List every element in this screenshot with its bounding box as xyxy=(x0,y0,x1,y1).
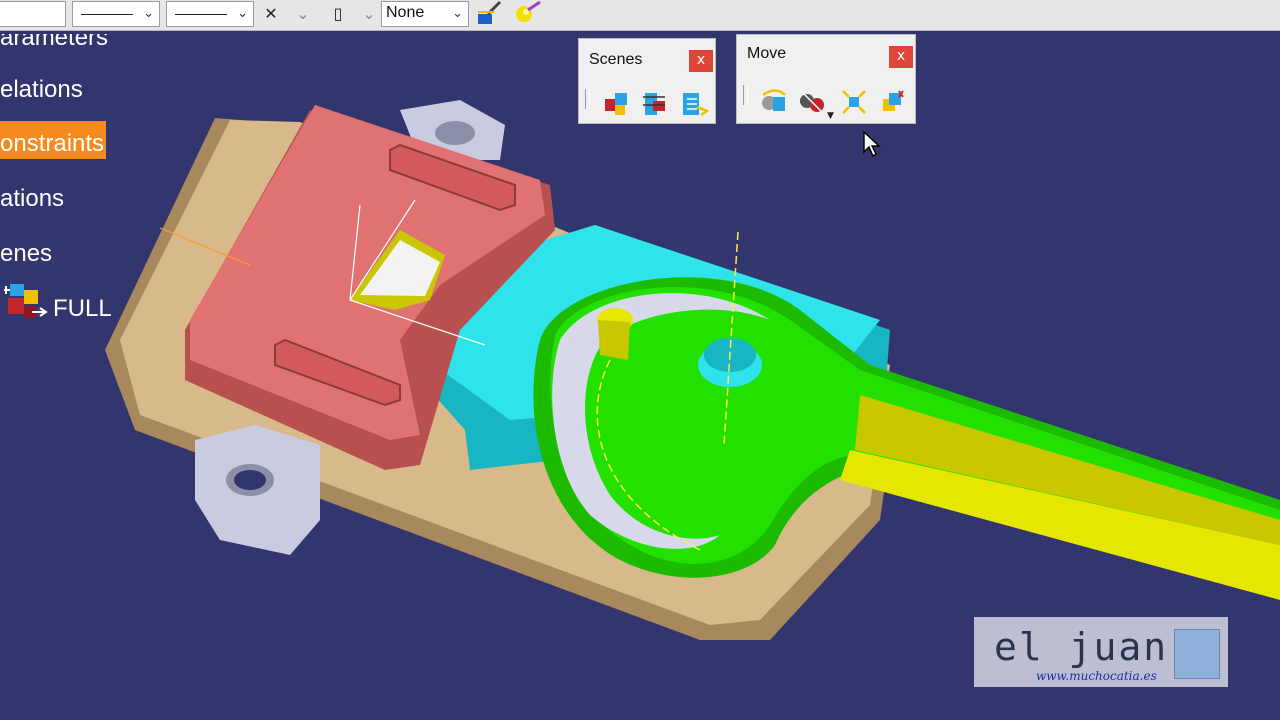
tree-item-full-scene[interactable]: FULL xyxy=(53,295,112,323)
tree-item-relations[interactable]: elations xyxy=(0,76,83,104)
scenes-toolbar-title: Scenes xyxy=(589,51,643,68)
chevron-down-icon[interactable]: ⌄ xyxy=(356,2,382,26)
toolbar-grip[interactable] xyxy=(585,89,590,109)
create-scene-icon[interactable] xyxy=(601,89,631,119)
line-thickness-sample xyxy=(175,14,227,15)
apply-scene-icon[interactable] xyxy=(679,89,709,119)
toolbar-grip[interactable] xyxy=(743,85,748,105)
tree-item-applications[interactable]: ations xyxy=(0,185,64,213)
close-icon[interactable]: x xyxy=(689,50,713,72)
watermark-logo: el juanri www.muchocatia.es xyxy=(974,617,1228,687)
mounting-lug-left xyxy=(195,425,320,555)
tree-item-constraints[interactable]: onstraints xyxy=(0,121,107,159)
top-toolbar: ⌄ ⌄ ✕ ⌄ ▯ ⌄ None ⌄ xyxy=(0,0,1280,31)
watermark-url: www.muchocatia.es xyxy=(1036,669,1157,683)
line-type-sample xyxy=(81,14,133,15)
format-painter-icon[interactable] xyxy=(474,0,506,28)
watermark-picture xyxy=(1174,629,1220,679)
cam-arm[interactable] xyxy=(533,231,1280,600)
chevron-down-icon[interactable]: ⌄ xyxy=(290,2,316,26)
point-type-x-icon[interactable]: ✕ xyxy=(258,2,284,26)
scene-icon xyxy=(4,284,48,318)
snap-icon[interactable] xyxy=(797,87,827,117)
layer-value: None xyxy=(386,4,425,21)
layer-icon[interactable]: ▯ xyxy=(325,2,351,26)
explode-icon[interactable] xyxy=(839,87,869,117)
chevron-down-icon: ⌄ xyxy=(143,6,154,21)
graphic-properties-icon[interactable] xyxy=(510,0,544,28)
chevron-down-icon: ⌄ xyxy=(237,6,248,21)
manipulation-icon[interactable] xyxy=(759,87,789,117)
move-toolbar-title: Move xyxy=(747,45,787,62)
scenes-toolbar: Scenes x xyxy=(578,38,716,124)
line-type-combo[interactable]: ⌄ xyxy=(72,1,160,27)
chevron-down-icon: ⌄ xyxy=(452,6,463,21)
line-thickness-combo[interactable]: ⌄ xyxy=(166,1,254,27)
font-combo[interactable] xyxy=(0,1,66,27)
tree-item-scenes[interactable]: enes xyxy=(0,240,52,268)
close-icon[interactable]: x xyxy=(889,46,913,68)
dropdown-arrow-icon[interactable]: ▼ xyxy=(827,111,834,121)
enhanced-scene-icon[interactable] xyxy=(639,89,669,119)
mouse-cursor-icon xyxy=(863,130,881,158)
layer-combo[interactable]: None ⌄ xyxy=(381,1,469,27)
stop-manipulate-on-clash-icon[interactable] xyxy=(877,87,907,117)
move-toolbar: Move x ▼ xyxy=(736,34,916,124)
